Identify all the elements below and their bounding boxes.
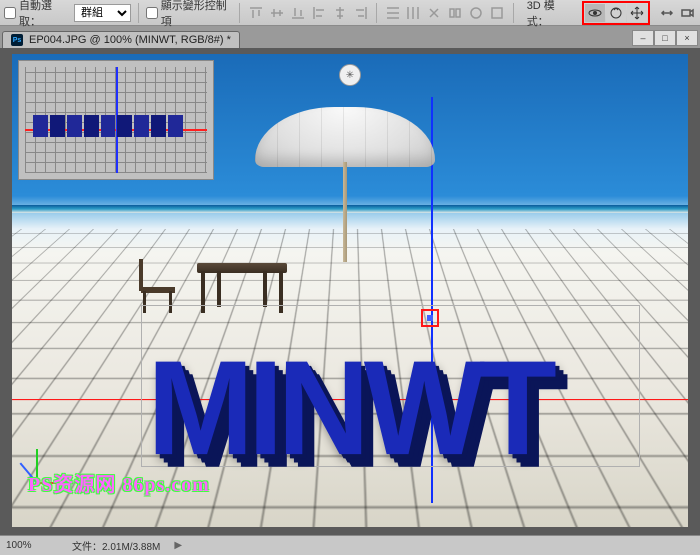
doc-info: 文件：2.01M/3.88M	[72, 538, 160, 553]
show-transform-label: 顯示變形控制項	[161, 0, 233, 29]
options-bar: 自動選取： 群組 顯示變形控制項 3D 模式：	[0, 0, 700, 26]
align-vcenter-icon	[268, 4, 285, 22]
3d-pan-button[interactable]	[627, 4, 647, 22]
3d-roll-button[interactable]	[606, 4, 626, 22]
umbrella-object	[255, 97, 435, 267]
auto-select-label: 自動選取：	[19, 0, 70, 29]
align-left-icon	[310, 4, 327, 22]
distribute-right-icon	[489, 4, 506, 22]
document-tabs: Ps EP004.JPG @ 100% (MINWT, RGB/8#) * – …	[0, 26, 700, 48]
watermark-text: PS资源网 86ps.com	[28, 468, 210, 497]
3d-mode-label: 3D 模式：	[527, 0, 574, 29]
auto-select-dropdown[interactable]: 群組	[74, 4, 131, 22]
3d-camera-icon[interactable]	[678, 4, 696, 22]
separator	[138, 3, 139, 23]
auto-select-checkbox[interactable]: 自動選取：	[4, 0, 70, 29]
distribute-left-icon	[447, 4, 464, 22]
separator	[513, 3, 514, 23]
distribute-top-icon	[384, 4, 401, 22]
navigator-preview	[33, 115, 183, 137]
3d-mode-group	[582, 1, 650, 25]
3d-slide-button[interactable]	[658, 4, 676, 22]
show-transform-checkbox[interactable]: 顯示變形控制項	[146, 0, 233, 29]
align-top-icon	[247, 4, 264, 22]
document-tab[interactable]: Ps EP004.JPG @ 100% (MINWT, RGB/8#) *	[2, 31, 240, 48]
tab-title: EP004.JPG @ 100% (MINWT, RGB/8#) *	[29, 34, 231, 46]
distribute-bottom-icon	[426, 4, 443, 22]
minimize-button[interactable]: –	[632, 30, 654, 46]
restore-button[interactable]: □	[654, 30, 676, 46]
navigator-panel[interactable]	[18, 60, 214, 180]
align-bottom-icon	[289, 4, 306, 22]
zoom-level[interactable]: 100%	[6, 540, 58, 551]
3d-pivot-handle[interactable]	[421, 309, 439, 327]
3d-text-layer[interactable]: MINWT	[147, 311, 634, 461]
3d-orbit-button[interactable]	[585, 4, 605, 22]
distribute-hcenter-icon	[468, 4, 485, 22]
ps-icon: Ps	[11, 34, 23, 46]
canvas[interactable]: MINWT ✳ PS资源网 86ps.com	[12, 54, 688, 527]
distribute-vcenter-icon	[405, 4, 422, 22]
status-bar: 100% 文件：2.01M/3.88M ▶	[0, 535, 700, 555]
status-menu-icon[interactable]: ▶	[174, 540, 182, 551]
view-widget[interactable]: ✳	[339, 64, 361, 86]
canvas-viewport[interactable]: MINWT ✳ PS资源网 86ps.com	[12, 54, 688, 527]
separator	[239, 3, 240, 23]
close-button[interactable]: ×	[676, 30, 698, 46]
3d-text-content: MINWT	[147, 356, 551, 464]
document-window: MINWT ✳ PS资源网 86ps.com 100% 文件：2	[0, 48, 700, 555]
align-hcenter-icon	[331, 4, 348, 22]
separator	[376, 3, 377, 23]
align-right-icon	[352, 4, 369, 22]
